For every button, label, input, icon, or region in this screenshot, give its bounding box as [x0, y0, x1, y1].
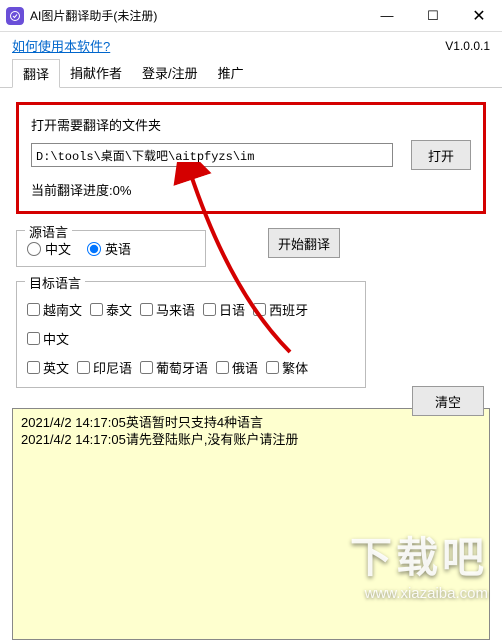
top-row: 如何使用本软件? V1.0.0.1 [0, 32, 502, 57]
minimize-button[interactable]: — [364, 0, 410, 32]
tab-translate[interactable]: 翻译 [12, 59, 60, 88]
folder-box: 打开需要翻译的文件夹 打开 当前翻译进度:0% [16, 102, 486, 214]
clear-button[interactable]: 清空 [412, 386, 484, 416]
check-vietnamese[interactable]: 越南文 [27, 300, 82, 319]
folder-label: 打开需要翻译的文件夹 [31, 115, 471, 134]
check-japanese[interactable]: 日语 [203, 300, 245, 319]
help-link[interactable]: 如何使用本软件? [12, 36, 110, 55]
check-spanish[interactable]: 西班牙 [253, 300, 308, 319]
source-language-group: 源语言 中文 英语 [16, 230, 206, 267]
check-chinese[interactable]: 中文 [27, 329, 69, 348]
check-russian[interactable]: 俄语 [216, 358, 258, 377]
log-line: 2021/4/2 14:17:05请先登陆账户,没有账户请注册 [21, 432, 481, 449]
log-area[interactable]: 2021/4/2 14:17:05英语暂时只支持4种语言 2021/4/2 14… [12, 408, 490, 640]
tab-donate[interactable]: 捐献作者 [60, 59, 132, 87]
target-legend: 目标语言 [25, 273, 85, 292]
language-section: 源语言 中文 英语 开始翻译 目标语言 越南文 泰文 马来语 日语 西班牙 中文… [16, 230, 486, 388]
radio-chinese[interactable]: 中文 [27, 239, 71, 258]
tab-content: 打开需要翻译的文件夹 打开 当前翻译进度:0% 源语言 中文 英语 开始翻译 目… [0, 88, 502, 398]
open-button[interactable]: 打开 [411, 140, 471, 170]
check-malay[interactable]: 马来语 [140, 300, 195, 319]
maximize-button[interactable]: ☐ [410, 0, 456, 32]
source-legend: 源语言 [25, 222, 72, 241]
check-english[interactable]: 英文 [27, 358, 69, 377]
check-indonesian[interactable]: 印尼语 [77, 358, 132, 377]
close-button[interactable]: ✕ [456, 0, 502, 32]
progress-label: 当前翻译进度:0% [31, 180, 471, 199]
folder-path-input[interactable] [31, 143, 393, 167]
check-thai[interactable]: 泰文 [90, 300, 132, 319]
app-icon [6, 7, 24, 25]
radio-english[interactable]: 英语 [87, 239, 131, 258]
window-title: AI图片翻译助手(未注册) [30, 7, 157, 24]
check-traditional[interactable]: 繁体 [266, 358, 308, 377]
start-translate-button[interactable]: 开始翻译 [268, 228, 340, 258]
target-language-group: 目标语言 越南文 泰文 马来语 日语 西班牙 中文 英文 印尼语 葡萄牙语 俄语… [16, 281, 366, 388]
version-label: V1.0.0.1 [445, 39, 490, 53]
log-line: 2021/4/2 14:17:05英语暂时只支持4种语言 [21, 415, 481, 432]
check-portuguese[interactable]: 葡萄牙语 [140, 358, 208, 377]
tab-promo[interactable]: 推广 [208, 59, 254, 87]
tab-login[interactable]: 登录/注册 [132, 59, 208, 87]
window-controls: — ☐ ✕ [364, 0, 502, 32]
tab-bar: 翻译 捐献作者 登录/注册 推广 [0, 59, 502, 88]
titlebar: AI图片翻译助手(未注册) — ☐ ✕ [0, 0, 502, 32]
